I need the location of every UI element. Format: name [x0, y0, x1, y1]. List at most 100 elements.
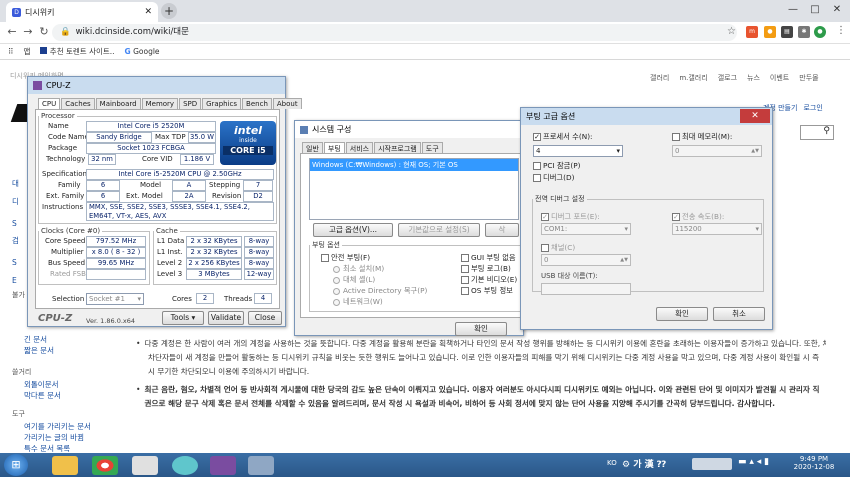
side-link-whatlinks[interactable]: 여기를 가리키는 문서 [24, 421, 91, 432]
clocks-legend: Clocks (Core #0) [41, 227, 101, 235]
validate-button[interactable]: Validate [208, 311, 244, 325]
boot-advanced-ok-button[interactable]: 확인 [656, 307, 708, 321]
star-icon[interactable]: ☆ [727, 26, 736, 37]
topnav-mandu[interactable]: 만두몰 [799, 73, 818, 83]
tray-icons[interactable]: ▬ ▴ ◂ ▮ [738, 457, 769, 467]
cpuz-tab-about[interactable]: About [272, 98, 302, 109]
ime-mode-icon[interactable]: ⚙ 가 漢 ⁇ [622, 457, 666, 470]
chrome-taskbar-icon[interactable] [92, 456, 118, 475]
bootlog-checkbox[interactable]: 부팅 로그(B) [461, 264, 511, 274]
extension-2-icon[interactable]: ● [764, 26, 776, 38]
login-link[interactable]: 로그인 [803, 103, 822, 113]
sysconfig-ok-button[interactable]: 확인 [455, 322, 507, 336]
ime-indicator[interactable]: KO [607, 459, 617, 467]
explorer-taskbar-icon[interactable] [52, 456, 78, 475]
side-link-deadend[interactable]: 막다른 문서 [24, 390, 61, 401]
advanced-options-button[interactable]: 고급 옵션(V)... [313, 223, 393, 237]
cpuz-tab-bench[interactable]: Bench [242, 98, 272, 109]
menu-icon[interactable]: ⋮ [836, 25, 846, 36]
url-bar[interactable]: 🔒 wiki.dcinside.com/wiki/대문 [52, 24, 737, 41]
cpuz-tab-memory[interactable]: Memory [141, 98, 179, 109]
cpuz-taskbar-icon[interactable] [210, 456, 236, 475]
cpuz-tab-mainboard[interactable]: Mainboard [95, 98, 141, 109]
tab-close-icon[interactable]: ✕ [144, 7, 152, 17]
debugport-dropdown[interactable]: COM1: ▾ [541, 223, 631, 235]
side-link-related[interactable]: 가리키는 글의 바뀜 [24, 432, 91, 443]
boot-advanced-cancel-button[interactable]: 취소 [713, 307, 765, 321]
cpuz-tab-cpu[interactable]: CPU [38, 98, 61, 109]
osinfo-checkbox[interactable]: OS 부팅 정보 [461, 286, 513, 296]
apps-icon[interactable]: ⠿ [8, 47, 14, 56]
topnav-gallog[interactable]: 갤로그 [718, 73, 737, 83]
start-button-icon[interactable]: ⊞ [4, 454, 28, 476]
usb-target-input[interactable] [541, 283, 631, 295]
topnav-news[interactable]: 뉴스 [747, 73, 760, 83]
side-link-long-docs[interactable]: 긴 문서 [24, 334, 54, 345]
clock[interactable]: 9:49 PM 2020-12-08 [792, 455, 836, 471]
bookmark-torrent[interactable]: 추천 토렌트 사이트.. [40, 46, 115, 57]
boot-advanced-close-icon[interactable]: ✕ [740, 109, 770, 123]
baud-dropdown[interactable]: 115200 ▾ [672, 223, 762, 235]
extensions-icon[interactable]: ✱ [798, 26, 810, 38]
network-radio[interactable]: 네트워크(W) [333, 297, 383, 307]
side-link-orphan[interactable]: 외톨이문서 [24, 379, 61, 390]
search-icon[interactable]: ⚲ [800, 125, 834, 140]
new-tab-button[interactable]: + [161, 3, 177, 19]
baud-checkbox[interactable]: ✓ 전송 속도(B): [672, 212, 724, 222]
altshell-radio[interactable]: 대체 셸(L) [333, 275, 375, 285]
boot-list[interactable]: Windows (C:₩Windows) : 현재 OS; 기본 OS [309, 158, 519, 220]
profile-avatar-icon[interactable]: ● [814, 26, 826, 38]
debugport-checkbox[interactable]: ✓ 디버그 포트(E): [541, 212, 600, 222]
baud-value: 115200 [675, 225, 702, 233]
cpuz-tab-spd[interactable]: SPD [179, 98, 202, 109]
channel-input[interactable]: 0 ▲▼ [541, 254, 631, 266]
channel-checkbox[interactable]: 채널(C) [541, 243, 575, 253]
channel-value: 0 [544, 256, 549, 264]
numproc-dropdown[interactable]: 4 ▾ [533, 145, 623, 157]
debug-checkbox[interactable]: 디버그(D) [533, 173, 574, 183]
set-default-button[interactable]: 기본값으로 설정(S) [398, 223, 480, 237]
extension-1-icon[interactable]: m [746, 26, 758, 38]
bookmark-apps[interactable]: 앱 [24, 46, 31, 57]
topnav-gallery[interactable]: 갤러리 [650, 73, 669, 83]
topnav-mgallery[interactable]: m.갤러리 [679, 73, 707, 83]
ad-repair-radio[interactable]: Active Directory 복구(P) [333, 286, 427, 296]
close-window-button[interactable]: ✕ [826, 2, 848, 18]
pcilock-checkbox[interactable]: PCI 잠금(P) [533, 161, 581, 171]
minimal-radio[interactable]: 최소 설치(M) [333, 264, 384, 274]
delete-button[interactable]: 삭 [485, 223, 519, 237]
bookmark-google[interactable]: G Google [125, 47, 160, 56]
cpuz-tab-graphics[interactable]: Graphics [202, 98, 242, 109]
minimize-button[interactable]: — [782, 2, 804, 18]
boot-entry[interactable]: Windows (C:₩Windows) : 현재 OS; 기본 OS [310, 159, 518, 171]
tools-button[interactable]: Tools ▾ [162, 311, 204, 325]
close-button[interactable]: Close [248, 311, 282, 325]
sysconfig-titlebar[interactable]: 시스템 구성 [295, 121, 523, 138]
media-taskbar-icon[interactable] [132, 456, 158, 475]
model-label: Model [140, 181, 162, 189]
safeboot-checkbox[interactable]: 안전 부팅(F) [321, 253, 370, 263]
maximize-button[interactable]: □ [804, 2, 826, 18]
selection-dropdown[interactable]: Socket #1 ▾ [86, 293, 144, 305]
cpuz-titlebar[interactable]: CPU-Z [28, 77, 285, 94]
cpuz-tab-caches[interactable]: Caches [61, 98, 95, 109]
numproc-checkbox[interactable]: ✓ 프로세서 수(N): [533, 132, 593, 142]
back-icon[interactable]: ← [4, 24, 20, 40]
topnav-event[interactable]: 이벤트 [770, 73, 789, 83]
boot-advanced-titlebar[interactable]: 부팅 고급 옵션 [521, 108, 772, 125]
tray-input-box[interactable] [692, 458, 732, 470]
browser-tab[interactable]: D 디시위키 ✕ [6, 2, 158, 22]
forward-icon[interactable]: → [20, 24, 36, 40]
w-app-taskbar-icon[interactable] [172, 456, 198, 475]
side-link-short-docs[interactable]: 짧은 문서 [24, 345, 54, 356]
extension-3-icon[interactable]: ▤ [781, 26, 793, 38]
nogui-checkbox[interactable]: GUI 부팅 없음 [461, 253, 516, 263]
reload-icon[interactable]: ↻ [36, 24, 52, 40]
maxmem-input[interactable]: 0 ▲▼ [672, 145, 762, 157]
multiplier-value: x 8.0 ( 8 - 32 ) [86, 247, 146, 258]
technology-value: 32 nm [88, 154, 116, 165]
sysconfig-taskbar-icon[interactable] [248, 456, 274, 475]
basevideo-checkbox[interactable]: 기본 비디오(E) [461, 275, 517, 285]
maxmem-checkbox[interactable]: 최대 메모리(M): [672, 132, 732, 142]
usb-target-label: USB 대상 이름(T): [541, 272, 598, 280]
